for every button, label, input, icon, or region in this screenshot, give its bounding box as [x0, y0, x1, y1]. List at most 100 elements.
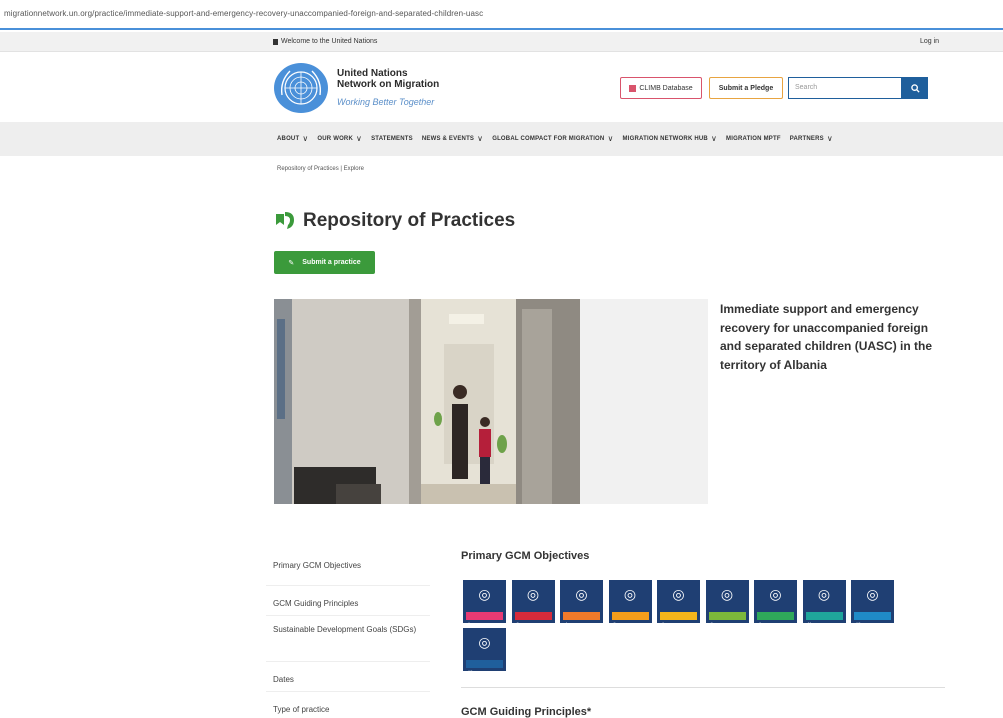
objective-number: 4: [565, 621, 568, 626]
objective-number: 5: [613, 621, 616, 626]
chevron-down-icon: ∨: [607, 134, 614, 143]
objective-symbol-icon: ◎: [817, 586, 831, 602]
sidebar-link[interactable]: Primary GCM Objectives: [266, 548, 430, 586]
un-emblem-logo[interactable]: [274, 63, 328, 113]
nav-item-label: NEWS & EVENTS: [421, 135, 475, 142]
objective-number-stripe: 1: [466, 612, 503, 626]
org-tagline: Working Better Together: [337, 97, 435, 107]
objective-symbol-icon: ◎: [623, 586, 637, 602]
page-title-wrap: Repository of Practices: [274, 210, 515, 232]
objective-symbol-icon: ◎: [672, 586, 685, 602]
climb-database-button[interactable]: CLIMB Database: [620, 77, 702, 99]
objective-symbol-icon: ◎: [720, 586, 734, 602]
search-button[interactable]: [902, 77, 928, 99]
pencil-icon: ✎: [288, 259, 295, 267]
nav-item[interactable]: MIGRATION MPTF: [726, 134, 781, 143]
breadcrumb[interactable]: Repository of Practices | Explore: [277, 166, 364, 172]
objective-symbol-icon: ◎: [769, 586, 782, 602]
objective-number: 12: [856, 621, 861, 626]
nav-item-label: STATEMENTS: [371, 135, 413, 142]
utility-bar: Welcome to the United Nations Log in: [0, 32, 1003, 52]
database-icon: [629, 84, 637, 92]
nav-item[interactable]: OUR WORK ∨: [317, 134, 362, 143]
section-divider: [461, 687, 945, 688]
nav-item[interactable]: PARTNERS ∨: [790, 134, 833, 143]
gcm-objective-tile[interactable]: ◎ 9: [754, 580, 797, 626]
objective-number-stripe: 2: [514, 612, 552, 626]
climb-database-label: CLIMB Database: [639, 84, 693, 92]
gcm-objective-tile[interactable]: ◎ 6: [657, 580, 700, 626]
welcome-text: Welcome to the United Nations: [281, 38, 378, 45]
repository-icon: [276, 212, 294, 229]
practice-title: Immediate support and emergency recovery…: [720, 302, 933, 372]
submit-pledge-button[interactable]: Submit a Pledge: [709, 77, 783, 99]
principles-heading: GCM Guiding Principles*: [461, 706, 592, 718]
org-name-line1: United Nations: [337, 68, 408, 79]
nav-item-label: MIGRATION NETWORK HUB: [622, 135, 708, 142]
objective-number: 13: [468, 669, 473, 674]
sidebar-link[interactable]: Sustainable Development Goals (SDGs): [266, 616, 430, 662]
gcm-objective-tile[interactable]: ◎ 1: [463, 580, 506, 626]
objective-number: 8: [710, 621, 713, 626]
submit-practice-label: Submit a practice: [302, 259, 361, 266]
url-text[interactable]: migrationnetwork.un.org/practice/immedia…: [4, 9, 483, 18]
objective-number-stripe: 4: [563, 612, 600, 626]
objectives-heading: Primary GCM Objectives: [461, 550, 590, 562]
gcm-objective-tile[interactable]: ◎ 12: [851, 580, 894, 626]
org-name[interactable]: United Nations Network on Migration: [337, 68, 439, 90]
gcm-objective-tile[interactable]: ◎ 5: [608, 580, 652, 626]
nav-item-label: ABOUT: [277, 135, 300, 142]
nav-item[interactable]: STATEMENTS: [371, 134, 413, 143]
objective-number-stripe: 12: [854, 612, 891, 626]
nav-item-label: OUR WORK: [317, 135, 354, 142]
objective-symbol-icon: ◎: [478, 586, 491, 602]
chevron-down-icon: ∨: [356, 134, 363, 143]
nav-items: ABOUT ∨ OUR WORK ∨ STATEMENTS NEWS & EVENTS ∨ G…: [277, 134, 833, 143]
welcome-link[interactable]: Welcome to the United Nations: [273, 38, 377, 45]
objective-number-stripe: 5: [611, 612, 649, 626]
nav-item[interactable]: NEWS & EVENTS ∨: [422, 134, 483, 143]
chevron-down-icon: ∨: [826, 134, 833, 143]
site-header: United Nations Network on Migration Work…: [0, 53, 1003, 123]
gcm-objective-tile[interactable]: ◎ 13: [463, 628, 506, 674]
sidebar-link[interactable]: Type of practice: [266, 692, 430, 718]
gcm-objective-tile[interactable]: ◎ 2: [511, 580, 555, 626]
objective-symbol-icon: ◎: [866, 586, 879, 602]
objective-number: 1: [468, 621, 471, 626]
hallway-photo: [274, 299, 580, 504]
gcm-objective-tile[interactable]: ◎ 4: [560, 580, 603, 626]
nav-item[interactable]: MIGRATION NETWORK HUB ∨: [623, 134, 717, 143]
section-sidebar: Primary GCM Objectives GCM Guiding Princi…: [266, 548, 430, 718]
nav-item-label: GLOBAL COMPACT FOR MIGRATION: [492, 135, 605, 142]
browser-url-bar[interactable]: migrationnetwork.un.org/practice/immedia…: [0, 0, 1003, 30]
sidebar-link[interactable]: GCM Guiding Principles: [266, 586, 430, 616]
login-link[interactable]: Log in: [920, 38, 939, 45]
sidebar-link[interactable]: Dates: [266, 662, 430, 692]
objective-number-stripe: 11: [805, 612, 843, 626]
hero-backdrop: [580, 299, 708, 504]
objective-number-stripe: 8: [708, 612, 746, 626]
objective-number: 9: [759, 621, 762, 626]
nav-item-label: PARTNERS: [789, 135, 824, 142]
objective-symbol-icon: ◎: [575, 586, 588, 602]
chevron-down-icon: ∨: [302, 134, 309, 143]
gcm-objective-tile[interactable]: ◎ 11: [802, 580, 846, 626]
nav-item-label: MIGRATION MPTF: [726, 135, 781, 142]
nav-item[interactable]: GLOBAL COMPACT FOR MIGRATION ∨: [492, 134, 613, 143]
search-input[interactable]: Search: [788, 77, 902, 99]
objective-number: 2: [516, 621, 519, 626]
objective-number: 6: [662, 621, 665, 626]
submit-practice-button[interactable]: ✎ Submit a practice: [274, 251, 375, 274]
objective-number-stripe: 9: [757, 612, 794, 626]
objective-symbol-icon: ◎: [478, 634, 491, 650]
chevron-down-icon: ∨: [710, 134, 718, 143]
page-title: Repository of Practices: [303, 210, 516, 231]
nav-item[interactable]: ABOUT ∨: [277, 134, 308, 143]
chevron-down-icon: ∨: [477, 134, 484, 143]
search-icon: [910, 83, 920, 93]
un-flag-icon: [273, 38, 278, 45]
gcm-objective-tile[interactable]: ◎ 8: [705, 580, 749, 626]
objective-symbol-icon: ◎: [526, 586, 540, 602]
objective-number: 11: [807, 621, 812, 626]
objective-number-stripe: 13: [466, 660, 503, 674]
